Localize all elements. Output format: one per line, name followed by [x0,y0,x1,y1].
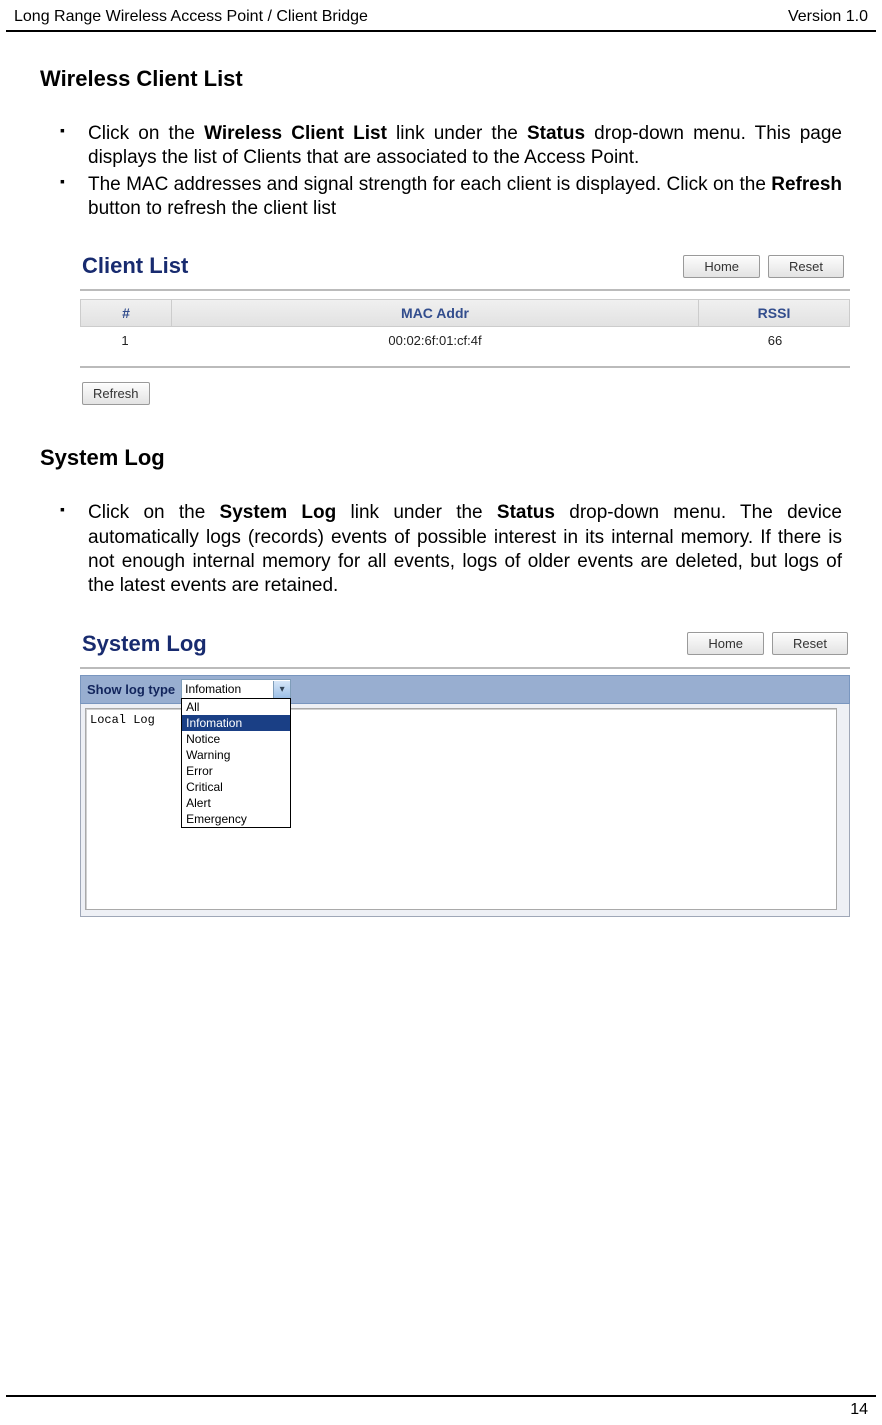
bullet-list-syslog: Click on the System Log link under the S… [40,501,842,598]
home-button[interactable]: Home [687,632,764,655]
doc-title-left: Long Range Wireless Access Point / Clien… [14,8,368,26]
page-footer: 14 [6,1395,876,1419]
panel-header: System Log Home Reset [80,627,850,669]
text-bold: Status [497,502,555,523]
cell-mac: 00:02:6f:01:cf:4f [170,333,700,348]
table-row: 1 00:02:6f:01:cf:4f 66 [80,327,850,354]
panel-header: Client List Home Reset [80,249,850,291]
show-log-type-label: Show log type [87,682,175,697]
text: Click on the [88,502,220,523]
select-option[interactable]: All [182,699,290,715]
log-type-select[interactable]: Infomation ▾ All Infomation Notice Warni… [181,679,291,700]
select-option[interactable]: Warning [182,747,290,763]
divider [80,366,850,368]
text-bold: Refresh [771,174,842,195]
text-bold: System Log [220,502,337,523]
col-header-number: # [80,300,172,326]
select-value: Infomation [185,682,241,696]
list-item: Click on the Wireless Client List link u… [60,122,842,171]
page-header: Long Range Wireless Access Point / Clien… [6,0,876,32]
panel-title: Client List [82,253,188,279]
reset-button[interactable]: Reset [768,255,844,278]
text-bold: Status [527,123,585,144]
cell-rssi: 66 [700,333,850,348]
log-type-bar: Show log type Infomation ▾ All Infomatio… [80,675,850,704]
select-options-popup: All Infomation Notice Warning Error Crit… [181,698,291,828]
col-header-mac: MAC Addr [172,300,699,326]
table-header-row: # MAC Addr RSSI [80,299,850,327]
text: button to refresh the client list [88,198,336,219]
text: The MAC addresses and signal strength fo… [88,174,771,195]
select-option[interactable]: Critical [182,779,290,795]
section-title-system-log: System Log [40,445,842,471]
select-option[interactable]: Emergency [182,811,290,827]
client-table: # MAC Addr RSSI 1 00:02:6f:01:cf:4f 66 [80,299,850,354]
doc-title-right: Version 1.0 [788,8,868,26]
text: link under the [336,502,497,523]
panel-title: System Log [82,631,207,657]
section-title-wireless-client-list: Wireless Client List [40,66,842,92]
screenshot-system-log: System Log Home Reset Show log type Info… [80,627,850,917]
screenshot-client-list: Client List Home Reset # MAC Addr RSSI 1… [80,249,850,405]
text-bold: Wireless Client List [204,123,387,144]
text: link under the [387,123,527,144]
chevron-down-icon: ▾ [273,681,290,698]
reset-button[interactable]: Reset [772,632,848,655]
select-option[interactable]: Alert [182,795,290,811]
cell-number: 1 [80,333,170,348]
select-option[interactable]: Error [182,763,290,779]
page-number: 14 [6,1397,876,1419]
list-item: The MAC addresses and signal strength fo… [60,173,842,222]
text: Click on the [88,123,204,144]
home-button[interactable]: Home [683,255,760,278]
bullet-list-wcl: Click on the Wireless Client List link u… [40,122,842,221]
list-item: Click on the System Log link under the S… [60,501,842,598]
select-option[interactable]: Infomation [182,715,290,731]
refresh-button[interactable]: Refresh [82,382,150,405]
select-option[interactable]: Notice [182,731,290,747]
col-header-rssi: RSSI [699,300,850,326]
